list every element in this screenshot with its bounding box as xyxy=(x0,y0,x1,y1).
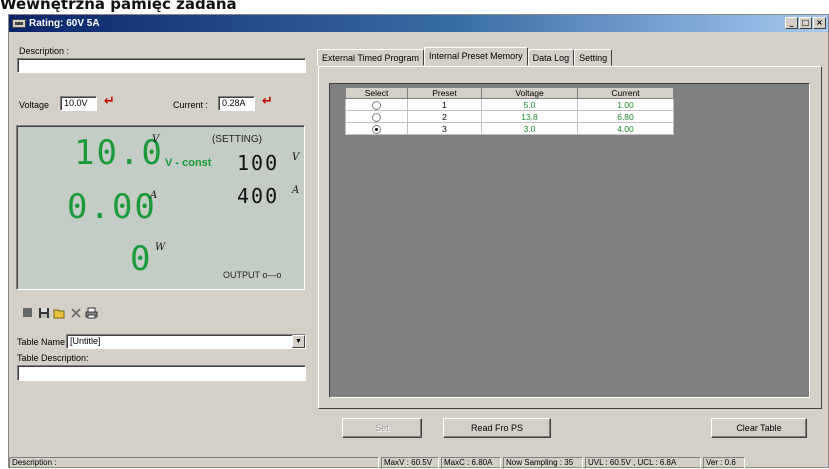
open-icon[interactable] xyxy=(53,307,66,320)
preset-radio-selected[interactable] xyxy=(372,124,381,134)
clear-table-button[interactable]: Clear Table xyxy=(711,418,807,438)
lcd-setting-label: (SETTING) xyxy=(212,134,262,145)
current-cell[interactable]: 6.80 xyxy=(577,110,674,123)
preset-grid-area: Select Preset Voltage Current 1 5.0 1.00… xyxy=(329,83,810,398)
read-from-ps-button[interactable]: Read Fro PS xyxy=(443,418,551,438)
voltage-input[interactable]: 10.0V xyxy=(60,96,97,111)
status-version: Ver : 0.6 xyxy=(703,457,745,469)
new-icon[interactable] xyxy=(21,307,34,320)
description-label: Description : xyxy=(19,46,70,56)
table-row[interactable]: 2 13.8 6.80 xyxy=(345,110,674,123)
set-button[interactable]: Set xyxy=(342,418,422,438)
current-input[interactable]: 0.28A xyxy=(218,96,255,111)
preset-cell: 2 xyxy=(407,110,482,123)
voltage-cell[interactable]: 13.8 xyxy=(481,110,578,123)
current-label: Current : xyxy=(173,100,209,110)
voltage-cell[interactable]: 3.0 xyxy=(481,122,578,135)
lcd-mode-label: V - const xyxy=(165,157,212,169)
lcd-set-voltage-unit: V xyxy=(292,152,300,163)
chevron-down-icon[interactable]: ▼ xyxy=(292,335,305,348)
lcd-current-reading: 0.00 xyxy=(67,187,157,227)
preset-cell: 1 xyxy=(407,98,482,111)
voltage-label: Voltage xyxy=(19,100,50,110)
status-bar: Description : MaxV : 60.5V MaxC : 6.80A … xyxy=(9,457,828,469)
lcd-output-label: OUTPUT o—o xyxy=(223,270,282,280)
delete-icon[interactable] xyxy=(69,307,82,320)
apply-voltage-icon[interactable]: ↵ xyxy=(104,94,115,109)
preset-radio[interactable] xyxy=(372,112,381,122)
lcd-power-reading: 0 xyxy=(130,239,153,279)
minimize-button[interactable]: _ xyxy=(785,17,798,29)
table-description-label: Table Description: xyxy=(17,353,89,363)
preset-table: Select Preset Voltage Current 1 5.0 1.00… xyxy=(345,87,674,135)
tab-internal-preset-memory[interactable]: Internal Preset Memory xyxy=(424,47,528,66)
description-input[interactable] xyxy=(17,58,306,73)
select-cell[interactable] xyxy=(345,122,408,135)
window-title: Rating: 60V 5A xyxy=(29,18,100,29)
table-row[interactable]: 3 3.0 4.00 xyxy=(345,122,674,135)
print-icon[interactable] xyxy=(85,307,98,320)
tab-strip: External Timed Program Internal Preset M… xyxy=(317,47,613,66)
table-row[interactable]: 1 5.0 1.00 xyxy=(345,98,674,111)
app-icon xyxy=(12,19,26,28)
page-heading: Wewnętrzna pamięć zadana xyxy=(0,0,237,13)
current-cell[interactable]: 4.00 xyxy=(577,122,674,135)
column-header-current[interactable]: Current xyxy=(577,87,674,99)
table-name-select[interactable]: [Untitle] ▼ xyxy=(66,334,306,349)
status-description: Description : xyxy=(9,457,379,469)
close-button[interactable]: × xyxy=(813,17,826,29)
app-window: Rating: 60V 5A _ □ × Description : Volta… xyxy=(8,14,829,469)
apply-current-icon[interactable]: ↵ xyxy=(262,94,273,109)
table-description-input[interactable] xyxy=(17,365,306,381)
lcd-current-unit: A xyxy=(150,190,158,201)
column-header-select[interactable]: Select xyxy=(345,87,408,99)
lcd-display: 10.0 V (SETTING) V - const 100 V 0.00 A … xyxy=(16,125,305,290)
column-header-preset[interactable]: Preset xyxy=(407,87,482,99)
tab-setting[interactable]: Setting xyxy=(574,49,613,66)
current-cell[interactable]: 1.00 xyxy=(577,98,674,111)
column-header-voltage[interactable]: Voltage xyxy=(481,87,578,99)
select-cell[interactable] xyxy=(345,110,408,123)
lcd-set-current-unit: A xyxy=(292,185,300,196)
lcd-voltage-unit: V xyxy=(152,134,160,145)
lcd-set-voltage: 100 xyxy=(237,151,280,175)
voltage-cell[interactable]: 5.0 xyxy=(481,98,578,111)
lcd-voltage-reading: 10.0 xyxy=(74,133,164,173)
status-maxv: MaxV : 60.5V xyxy=(381,457,439,469)
select-cell[interactable] xyxy=(345,98,408,111)
preset-cell: 3 xyxy=(407,122,482,135)
lcd-set-current: 400 xyxy=(237,184,280,208)
title-bar[interactable]: Rating: 60V 5A _ □ × xyxy=(9,15,828,32)
lcd-power-unit: W xyxy=(155,242,166,253)
maximize-button[interactable]: □ xyxy=(799,17,812,29)
status-sampling: Now Sampling : 35 xyxy=(503,457,583,469)
status-maxc: MaxC : 6.80A xyxy=(441,457,501,469)
preset-radio[interactable] xyxy=(372,100,381,110)
table-name-value: [Untitle] xyxy=(70,336,101,346)
tab-external-timed-program[interactable]: External Timed Program xyxy=(317,49,425,66)
save-icon[interactable] xyxy=(37,307,50,320)
tab-data-log[interactable]: Data Log xyxy=(527,49,575,66)
status-limits: UVL : 60.5V , UCL : 6.8A xyxy=(585,457,701,469)
table-name-label: Table Name: xyxy=(17,337,68,347)
